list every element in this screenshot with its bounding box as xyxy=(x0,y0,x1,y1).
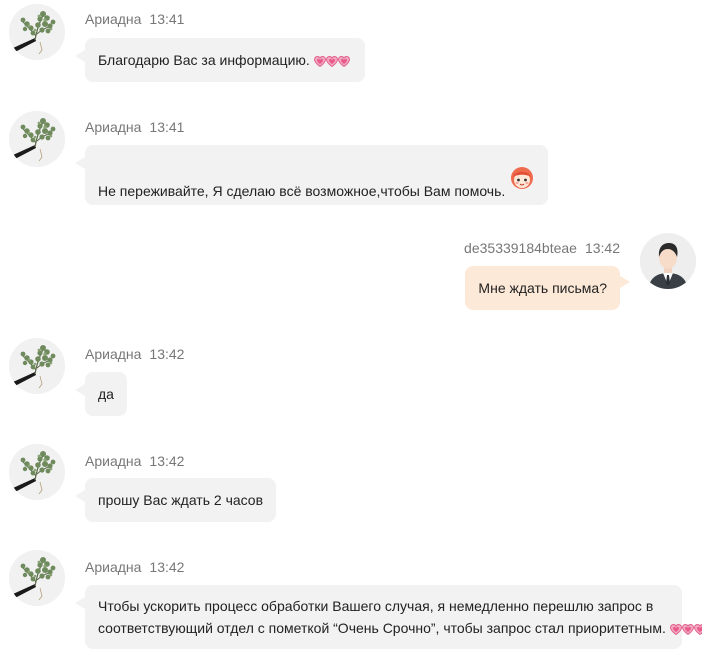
sender-name: de35339184bteae xyxy=(464,240,577,256)
message-meta: Ариадна 13:41 xyxy=(85,119,184,135)
agent-avatar[interactable] xyxy=(9,4,65,60)
sender-name: Ариадна xyxy=(85,559,142,575)
message-meta: Ариадна 13:42 xyxy=(85,559,184,575)
agent-avatar[interactable] xyxy=(9,338,65,394)
agent-avatar[interactable] xyxy=(9,444,65,500)
message-text: Благодарю Вас за информацию. xyxy=(98,52,310,68)
agent-avatar[interactable] xyxy=(9,111,65,167)
chat-thread: Ариадна 13:41 Благодарю Вас за информацию… xyxy=(0,0,702,660)
girl-face-emoji-icon xyxy=(509,164,535,190)
sender-name: Ариадна xyxy=(85,119,142,135)
hearts-emoji-icon xyxy=(669,624,702,635)
message-time: 13:42 xyxy=(584,240,620,256)
sender-name: Ариадна xyxy=(85,453,142,469)
message-text-line: Чтобы ускорить процесс обработки Вашего … xyxy=(98,598,654,614)
plant-avatar-icon xyxy=(9,338,65,394)
message-meta: de35339184bteae 13:42 xyxy=(464,240,620,256)
message-bubble: да xyxy=(75,372,127,416)
message-time: 13:41 xyxy=(149,119,185,135)
message-bubble: Чтобы ускорить процесс обработки Вашего … xyxy=(75,585,702,649)
user-avatar[interactable] xyxy=(640,233,696,289)
agent-avatar[interactable] xyxy=(9,550,65,606)
plant-avatar-icon xyxy=(9,111,65,167)
man-avatar-icon xyxy=(640,233,696,289)
plant-avatar-icon xyxy=(9,550,65,606)
plant-avatar-icon xyxy=(9,4,65,60)
message-text: Не переживайте, Я сделаю всё возможное,ч… xyxy=(98,183,506,199)
message-time: 13:42 xyxy=(149,453,185,469)
plant-avatar-icon xyxy=(9,444,65,500)
message-text-line: соответствующий отдел с пометкой “Очень … xyxy=(98,617,702,639)
message-time: 13:42 xyxy=(149,346,185,362)
message-text: прошу Вас ждать 2 часов xyxy=(98,492,264,508)
message-meta: Ариадна 13:42 xyxy=(85,453,184,469)
message-bubble: Мне ждать письма? xyxy=(465,266,630,310)
message-bubble: прошу Вас ждать 2 часов xyxy=(74,478,277,522)
message-meta: Ариадна 13:42 xyxy=(85,346,184,362)
message-time: 13:41 xyxy=(149,11,185,27)
message-text: да xyxy=(98,386,114,402)
sender-name: Ариадна xyxy=(85,346,142,362)
hearts-emoji-icon xyxy=(313,56,352,67)
message-text: соответствующий отдел с пометкой “Очень … xyxy=(98,620,666,636)
message-time: 13:42 xyxy=(149,559,185,575)
message-text: Мне ждать письма? xyxy=(478,280,607,296)
message-bubble: Не переживайте, Я сделаю всё возможное,ч… xyxy=(74,145,549,205)
message-meta: Ариадна 13:41 xyxy=(85,11,184,27)
sender-name: Ариадна xyxy=(85,11,142,27)
message-bubble: Благодарю Вас за информацию. xyxy=(75,38,365,82)
